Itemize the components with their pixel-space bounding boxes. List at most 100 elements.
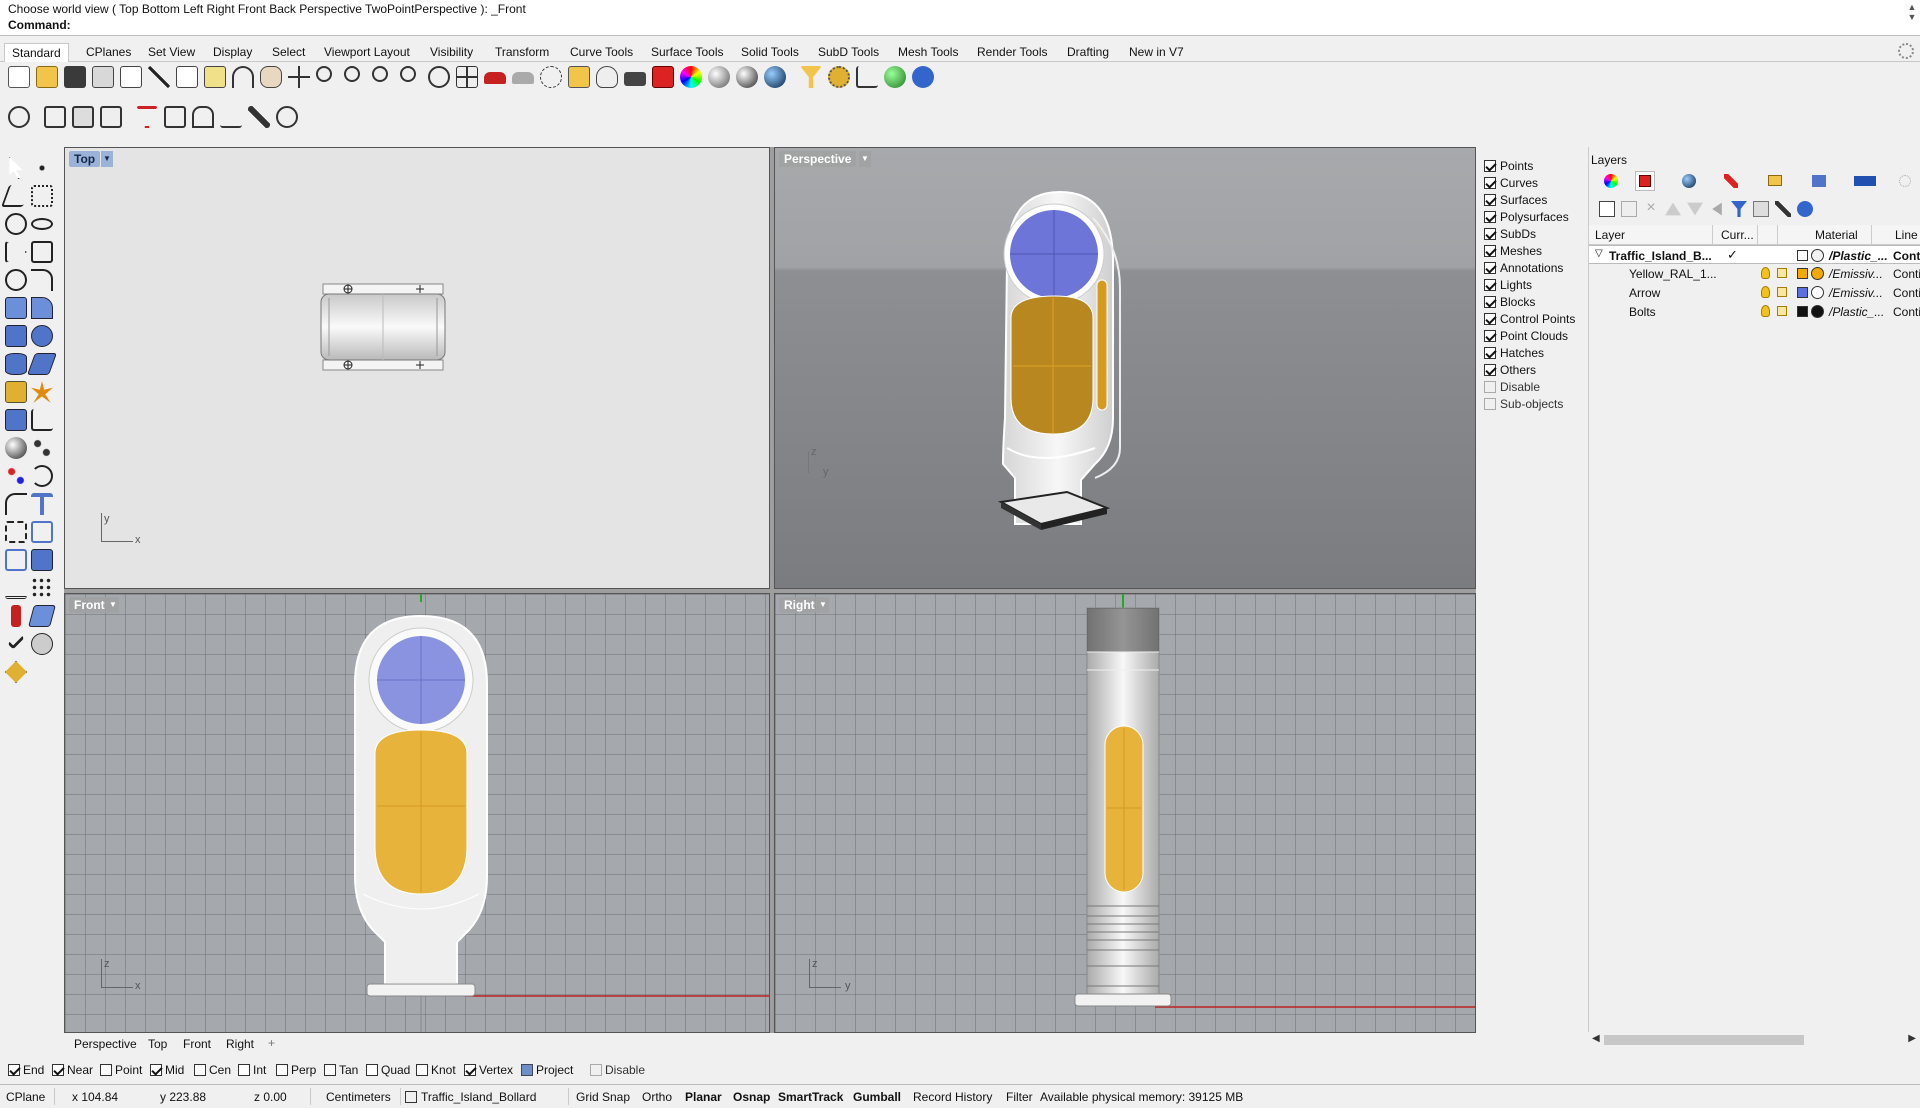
tab-transform[interactable]: Transform xyxy=(488,43,556,62)
tab-select[interactable]: Select xyxy=(265,43,312,62)
surface-from-curves-icon[interactable] xyxy=(5,297,27,319)
layer-color-swatch[interactable] xyxy=(1797,287,1808,298)
gear-icon[interactable] xyxy=(1898,43,1914,59)
layer-states-icon[interactable] xyxy=(1753,201,1769,217)
viewport-tab-right[interactable]: Right xyxy=(226,1037,254,1051)
loft-icon[interactable] xyxy=(31,297,53,319)
move-icon[interactable] xyxy=(288,66,310,88)
rpc-tab-icon[interactable] xyxy=(1851,171,1879,191)
viewport-menu-arrow-icon[interactable]: ▼ xyxy=(107,597,119,613)
lock-icon[interactable] xyxy=(624,66,646,88)
point-icon[interactable] xyxy=(31,157,53,179)
new-sublayer-icon[interactable] xyxy=(1621,201,1637,217)
polyline-icon[interactable] xyxy=(0,185,32,207)
osnap-int[interactable]: Int xyxy=(238,1063,266,1077)
save-icon[interactable] xyxy=(64,66,86,88)
filter-annotations[interactable]: Annotations xyxy=(1484,261,1563,275)
units-label[interactable]: Centimeters xyxy=(326,1090,391,1104)
visibility-bulb-icon[interactable] xyxy=(1761,305,1770,317)
tab-surface-tools[interactable]: Surface Tools xyxy=(644,43,731,62)
layers-tab-icon[interactable] xyxy=(1635,171,1655,191)
checkbox-icon[interactable] xyxy=(1484,330,1496,342)
filter-meshes[interactable]: Meshes xyxy=(1484,244,1542,258)
tab-display[interactable]: Display xyxy=(206,43,259,62)
osnap-tan[interactable]: Tan xyxy=(324,1063,358,1077)
delete-layer-icon[interactable]: × xyxy=(1643,200,1659,217)
column-divider[interactable] xyxy=(1712,225,1713,245)
viewport-right[interactable]: Right ▼ z y xyxy=(774,593,1476,1033)
zoom-window-icon[interactable] xyxy=(344,66,366,88)
settings-tab-icon[interactable] xyxy=(1895,171,1915,191)
copy-icon[interactable] xyxy=(176,66,198,88)
material-swatch[interactable] xyxy=(1811,249,1824,262)
viewport-title[interactable]: Front xyxy=(69,597,110,613)
move-down-icon[interactable] xyxy=(1687,202,1703,216)
ellipse-icon[interactable] xyxy=(31,213,53,235)
undo-icon[interactable] xyxy=(232,66,254,88)
column-header-linetype[interactable]: Line xyxy=(1895,228,1918,242)
filter-layers-icon[interactable] xyxy=(1731,201,1747,217)
filter-points[interactable]: Points xyxy=(1484,159,1533,173)
osnap-knot[interactable]: Knot xyxy=(416,1063,456,1077)
collapse-arrow-icon[interactable]: ▽ xyxy=(1595,248,1603,259)
select-arrow-icon[interactable] xyxy=(5,157,27,179)
filter-sub-objects[interactable]: Sub-objects xyxy=(1484,397,1563,411)
print-icon[interactable] xyxy=(92,66,114,88)
material-swatch[interactable] xyxy=(1811,267,1824,280)
pencil-icon[interactable] xyxy=(248,106,270,128)
boolean-icon[interactable] xyxy=(31,325,53,347)
extrude-icon[interactable] xyxy=(26,353,58,375)
column-header-material[interactable]: Material xyxy=(1815,228,1858,242)
rotate-icon[interactable] xyxy=(31,465,53,487)
zoom-icon[interactable] xyxy=(316,66,338,88)
files-tab-icon[interactable] xyxy=(1765,171,1785,191)
checkbox-icon[interactable] xyxy=(1484,177,1496,189)
paste-icon[interactable] xyxy=(204,66,226,88)
material-swatch[interactable] xyxy=(1811,305,1824,318)
box-solid-icon[interactable] xyxy=(5,325,27,347)
rotate-view-icon[interactable] xyxy=(428,66,450,88)
planar-toggle[interactable]: Planar xyxy=(685,1090,722,1104)
new-layer-icon[interactable] xyxy=(1599,201,1615,217)
checkbox-icon[interactable] xyxy=(100,1064,112,1076)
tools-icon[interactable] xyxy=(1775,201,1791,217)
text-icon[interactable] xyxy=(31,493,53,515)
filter-polysurfaces[interactable]: Polysurfaces xyxy=(1484,210,1569,224)
checkbox-icon[interactable] xyxy=(521,1064,533,1076)
checkbox-icon[interactable] xyxy=(1484,160,1496,172)
viewport-tab-perspective[interactable]: Perspective xyxy=(74,1037,137,1051)
array-grid-icon[interactable] xyxy=(31,521,53,543)
car-icon[interactable] xyxy=(484,66,506,88)
checkbox-icon[interactable] xyxy=(1484,398,1496,410)
osnap-end[interactable]: End xyxy=(8,1063,44,1077)
car-ghost-icon[interactable] xyxy=(512,66,534,88)
layer-icon[interactable] xyxy=(652,66,674,88)
checkbox-icon[interactable] xyxy=(52,1064,64,1076)
checkbox-icon[interactable] xyxy=(194,1064,206,1076)
four-viewports-icon[interactable] xyxy=(456,66,478,88)
viewport-menu-arrow-icon[interactable]: ▼ xyxy=(101,151,113,167)
filter-lights[interactable]: Lights xyxy=(1484,278,1532,292)
checkbox-icon[interactable] xyxy=(1484,262,1496,274)
sphere-icon[interactable] xyxy=(5,437,27,459)
lock-icon[interactable] xyxy=(1777,306,1787,316)
material-swatch[interactable] xyxy=(1811,286,1824,299)
tab-render-tools[interactable]: Render Tools xyxy=(970,43,1055,62)
osnap-project[interactable]: Project xyxy=(521,1063,573,1077)
tab-set-view[interactable]: Set View xyxy=(141,43,202,62)
paint-bucket-icon[interactable] xyxy=(5,661,27,683)
column-divider[interactable] xyxy=(1777,225,1778,245)
fillet-icon[interactable] xyxy=(31,269,53,291)
layer-row[interactable]: ▽ Traffic_Island_B... ✓ /Plastic_... Con… xyxy=(1589,245,1920,264)
osnap-cen[interactable]: Cen xyxy=(194,1063,231,1077)
filter-hatches[interactable]: Hatches xyxy=(1484,346,1544,360)
cplane-label[interactable]: CPlane xyxy=(6,1090,45,1104)
help-icon[interactable] xyxy=(912,66,934,88)
tab-drafting[interactable]: Drafting xyxy=(1060,43,1116,62)
tab-cplanes[interactable]: CPlanes xyxy=(79,43,138,62)
rectangle-icon[interactable] xyxy=(31,241,53,263)
checkbox-icon[interactable] xyxy=(276,1064,288,1076)
tab-mesh-tools[interactable]: Mesh Tools xyxy=(891,43,965,62)
section-icon[interactable] xyxy=(28,605,56,627)
checkbox-icon[interactable] xyxy=(416,1064,428,1076)
